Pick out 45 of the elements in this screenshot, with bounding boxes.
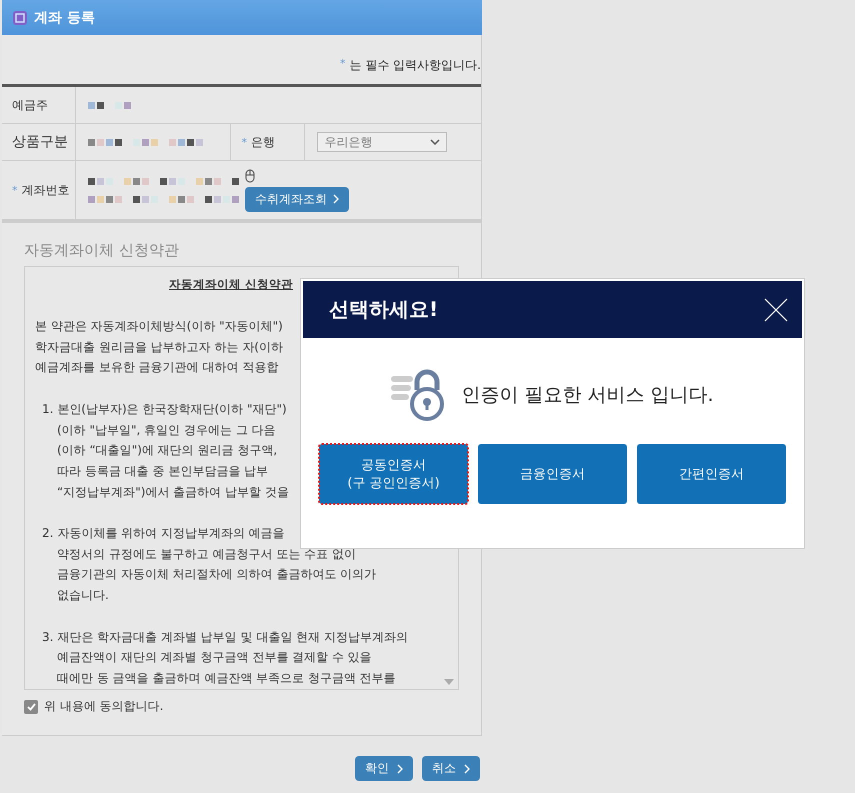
terms-text: 학자금대출 원리금을 납부하고자 하는 자(이하 xyxy=(35,338,283,356)
field-label: 예금주 xyxy=(2,87,76,123)
chevron-right-icon xyxy=(333,194,339,204)
chevron-right-icon xyxy=(397,764,403,774)
mouse-icon xyxy=(245,168,255,182)
field-label: * 계좌번호 xyxy=(2,161,76,219)
window-icon xyxy=(12,10,28,26)
window-title: 계좌 등록 xyxy=(34,8,95,26)
account-lookup-button[interactable]: 수취계좌조회 xyxy=(245,186,349,212)
scroll-down-icon[interactable] xyxy=(444,679,454,685)
terms-text: 3. 재단은 학자금대출 계좌별 납부일 및 대출일 현재 지정납부계좌의 xyxy=(42,628,408,646)
field-label: 상품구분 xyxy=(2,124,76,160)
terms-text: (이하 “대출일")에 재단의 원리금 청구액, xyxy=(57,442,278,460)
terms-text: (이하 "납부일", 휴일인 경우에는 그 다음 xyxy=(57,422,276,438)
footer-button[interactable]: 확인 xyxy=(355,756,413,781)
terms-text: “지정납부계좌")에서 출금하여 납부할 것을 xyxy=(57,484,289,501)
terms-title: 자동계좌이체 신청약관 xyxy=(169,276,294,293)
terms-text: 본 약관은 자동계좌이체방식(이하 "자동이체") xyxy=(35,318,283,335)
agree-label: 위 내용에 동의합니다. xyxy=(44,698,164,715)
terms-text: 따라 등록금 대출 중 본인부담금을 납부 xyxy=(57,462,268,480)
dialog-title: 선택하세요! xyxy=(329,296,438,323)
terms-text: 예금계좌를 보유한 금융기관에 대하여 적용합 xyxy=(35,359,278,376)
certificate-option-button[interactable]: 금융인증서 xyxy=(478,444,627,504)
section-heading: 자동계좌이체 신청약관 xyxy=(24,241,180,260)
chevron-right-icon xyxy=(464,764,470,774)
dialog-message: 인증이 필요한 서비스 입니다. xyxy=(461,383,714,408)
terms-text: 1. 본인(납부자)은 한국장학재단(이하 "재단") xyxy=(42,400,287,418)
certificate-option-button[interactable]: 공동인증서 (구 공인인증서) xyxy=(319,444,468,504)
caret-icon xyxy=(430,139,440,145)
certificate-option-button[interactable]: 간편인증서 xyxy=(637,444,786,504)
footer-button[interactable]: 취소 xyxy=(422,756,480,781)
terms-text: 금융기관의 자동이체 처리절차에 의하여 출금하여도 이의가 xyxy=(57,566,376,584)
terms-text: 예금잔액이 재단의 계좌별 청구금액 전부를 결제할 수 있을 xyxy=(57,649,372,666)
field-label: * 은행 xyxy=(231,124,306,160)
pixelated-mosaic xyxy=(88,102,131,108)
required-mark: * xyxy=(340,57,346,72)
terms-text: 없습니다. xyxy=(57,587,109,604)
required-note: 는 필수 입력사항입니다. xyxy=(350,57,481,74)
check-icon xyxy=(26,702,36,710)
bank-select[interactable]: 우리은행 xyxy=(317,132,448,152)
terms-text: 2. 자동이체를 위하여 지정납부계좌의 예금을 xyxy=(42,525,285,542)
terms-text: 때에만 동 금액을 출금하며 예금잔액 부족으로 청구금액 전부를 xyxy=(57,670,396,687)
terms-text: 약정서의 규정에도 불구하고 예금청구서 또는 수표 없이 xyxy=(57,546,356,563)
close-icon[interactable] xyxy=(764,298,788,322)
agree-checkbox[interactable] xyxy=(24,700,38,714)
